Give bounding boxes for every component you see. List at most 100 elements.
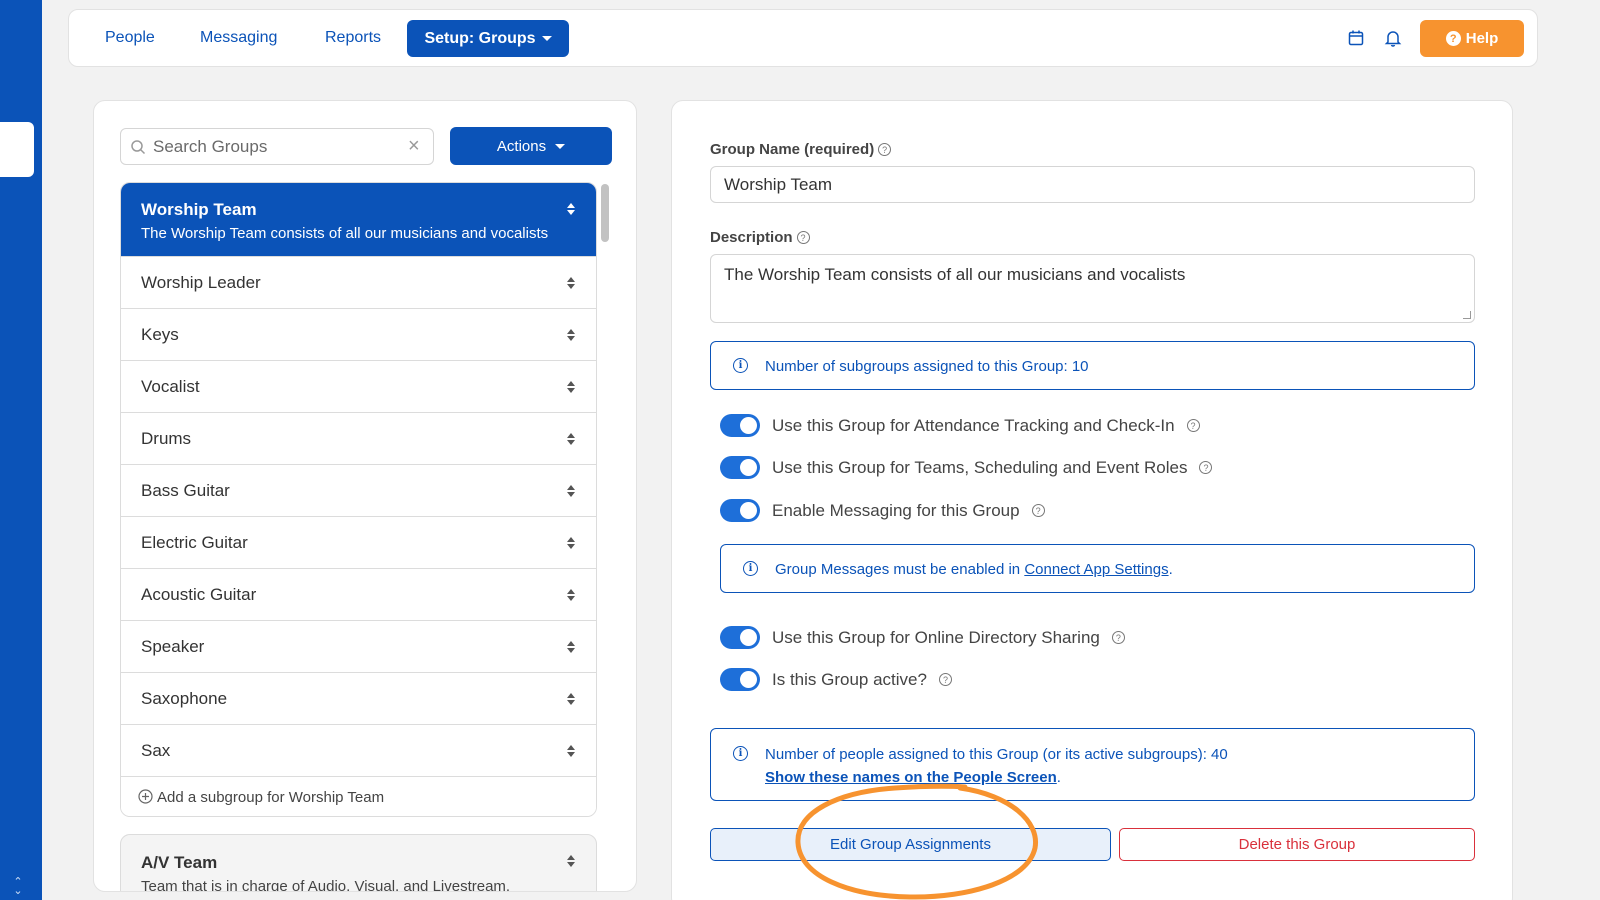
list-item[interactable]: Acoustic Guitar bbox=[121, 568, 596, 620]
close-icon[interactable]: × bbox=[408, 135, 420, 158]
toggle-label: Use this Group for Teams, Scheduling and… bbox=[772, 457, 1188, 477]
connect-app-settings-link[interactable]: Connect App Settings bbox=[1024, 561, 1168, 578]
toggle-label: Use this Group for Attendance Tracking a… bbox=[772, 415, 1175, 435]
list-item[interactable]: Speaker bbox=[121, 620, 596, 672]
actions-dropdown[interactable]: Actions bbox=[450, 127, 612, 165]
group-description: The Worship Team consists of all our mus… bbox=[141, 225, 549, 242]
question-icon[interactable]: ? bbox=[1111, 631, 1125, 644]
group-name: Worship Team bbox=[141, 200, 257, 219]
info-icon: i bbox=[733, 358, 748, 373]
groups-panel: × Actions Worship Team The Worship Team … bbox=[93, 100, 637, 892]
list-item[interactable]: Electric Guitar bbox=[121, 516, 596, 568]
toggle-label: Use this Group for Online Directory Shar… bbox=[772, 627, 1100, 647]
messages-info-prefix: Group Messages must be enabled in bbox=[775, 561, 1025, 578]
help-label: Help bbox=[1465, 30, 1499, 47]
list-item[interactable]: Bass Guitar bbox=[121, 464, 596, 516]
delete-group-button[interactable]: Delete this Group bbox=[1119, 828, 1475, 861]
description-value: The Worship Team consists of all our mus… bbox=[724, 265, 1186, 284]
nav-setup-label: Setup: Groups bbox=[424, 29, 536, 47]
list-item[interactable]: Keys bbox=[121, 308, 596, 360]
question-icon[interactable]: ? bbox=[796, 231, 810, 244]
messaging-toggle[interactable] bbox=[720, 499, 760, 522]
question-icon[interactable]: ? bbox=[1199, 461, 1213, 474]
show-names-people-screen-link[interactable]: Show these names on the People Screen bbox=[765, 769, 1057, 786]
toggle-row-directory: Use this Group for Online Directory Shar… bbox=[720, 626, 1125, 649]
group-active-toggle[interactable] bbox=[720, 668, 760, 691]
messages-info-suffix: . bbox=[1168, 561, 1173, 578]
subgroup-label: Saxophone bbox=[141, 689, 228, 708]
description-label-text: Description bbox=[710, 229, 793, 246]
search-groups-input[interactable] bbox=[153, 131, 403, 162]
list-item[interactable]: Saxophone bbox=[121, 672, 596, 724]
group-name-label-text: Group Name (required) bbox=[710, 141, 875, 158]
subgroup-label: Acoustic Guitar bbox=[141, 585, 257, 604]
subgroups-info-text: Number of subgroups assigned to this Gro… bbox=[765, 358, 1089, 375]
group-item-av-team[interactable]: A/V Team Team that is in charge of Audio… bbox=[120, 834, 597, 891]
description-label: Description ? bbox=[710, 229, 810, 246]
rail-tab[interactable] bbox=[0, 122, 34, 177]
left-rail: ⌃ ⌄ bbox=[0, 0, 42, 900]
subgroup-label: Bass Guitar bbox=[141, 481, 230, 500]
nav-people[interactable]: People bbox=[105, 29, 155, 47]
messages-info-text: Group Messages must be enabled in Connec… bbox=[775, 561, 1173, 578]
teams-scheduling-toggle[interactable] bbox=[720, 456, 760, 479]
info-icon: i bbox=[743, 561, 758, 576]
group-list: Worship Team The Worship Team consists o… bbox=[120, 182, 597, 817]
sort-handle-icon[interactable] bbox=[566, 744, 576, 758]
attendance-toggle[interactable] bbox=[720, 414, 760, 437]
chevron-down-icon bbox=[555, 143, 566, 149]
subgroup-label: Drums bbox=[141, 429, 192, 448]
nav-setup-groups-dropdown[interactable]: Setup: Groups bbox=[407, 20, 569, 57]
bell-icon[interactable] bbox=[1383, 28, 1403, 48]
subgroup-label: Speaker bbox=[141, 637, 205, 656]
nav-messaging[interactable]: Messaging bbox=[200, 29, 277, 47]
group-details-panel: Group Name (required) ? Worship Team Des… bbox=[671, 100, 1513, 900]
sort-handle-icon[interactable] bbox=[566, 854, 576, 868]
description-field[interactable]: The Worship Team consists of all our mus… bbox=[710, 254, 1475, 323]
question-icon[interactable]: ? bbox=[1031, 504, 1045, 517]
info-icon: i bbox=[733, 746, 748, 761]
toggle-row-teams: Use this Group for Teams, Scheduling and… bbox=[720, 456, 1213, 479]
question-icon[interactable]: ? bbox=[938, 673, 952, 686]
list-item[interactable]: Drums bbox=[121, 412, 596, 464]
sort-handle-icon[interactable] bbox=[566, 202, 576, 216]
edit-group-assignments-button[interactable]: Edit Group Assignments bbox=[710, 828, 1111, 861]
sort-handle-icon[interactable] bbox=[566, 692, 576, 706]
plus-circle-icon bbox=[138, 789, 153, 804]
sort-handle-icon[interactable] bbox=[566, 484, 576, 498]
people-link-suffix: . bbox=[1056, 769, 1061, 786]
list-item[interactable]: Worship Leader bbox=[121, 256, 596, 308]
list-scrollbar[interactable] bbox=[601, 184, 609, 242]
subgroup-label: Electric Guitar bbox=[141, 533, 248, 552]
add-subgroup-label: Add a subgroup for Worship Team bbox=[157, 789, 385, 806]
list-item[interactable]: Sax bbox=[121, 724, 596, 776]
sort-handle-icon[interactable] bbox=[566, 328, 576, 342]
sort-handle-icon[interactable] bbox=[566, 276, 576, 290]
nav-reports[interactable]: Reports bbox=[325, 29, 381, 47]
people-info-box: i Number of people assigned to this Grou… bbox=[710, 728, 1475, 801]
question-icon[interactable]: ? bbox=[1186, 419, 1200, 432]
help-button[interactable]: ? Help bbox=[1420, 20, 1524, 57]
resize-handle-icon[interactable] bbox=[1463, 311, 1471, 319]
directory-sharing-toggle[interactable] bbox=[720, 626, 760, 649]
expand-chevron-icon[interactable]: ⌃ ⌄ bbox=[10, 877, 26, 897]
toggle-label: Is this Group active? bbox=[772, 669, 927, 689]
group-name-field[interactable]: Worship Team bbox=[710, 166, 1475, 203]
toggle-row-attendance: Use this Group for Attendance Tracking a… bbox=[720, 414, 1200, 437]
toggle-row-active: Is this Group active? ? bbox=[720, 668, 952, 691]
subgroup-label: Keys bbox=[141, 325, 179, 344]
sort-handle-icon[interactable] bbox=[566, 432, 576, 446]
calendar-icon[interactable] bbox=[1346, 28, 1366, 48]
list-item[interactable]: Vocalist bbox=[121, 360, 596, 412]
sort-handle-icon[interactable] bbox=[566, 380, 576, 394]
question-icon[interactable]: ? bbox=[878, 143, 892, 156]
sort-handle-icon[interactable] bbox=[566, 536, 576, 550]
group-name-label: Group Name (required) ? bbox=[710, 141, 892, 158]
toggle-row-messaging: Enable Messaging for this Group ? bbox=[720, 499, 1045, 522]
sort-handle-icon[interactable] bbox=[566, 640, 576, 654]
add-subgroup-button[interactable]: Add a subgroup for Worship Team bbox=[121, 776, 596, 816]
sort-handle-icon[interactable] bbox=[566, 588, 576, 602]
subgroups-info-box: i Number of subgroups assigned to this G… bbox=[710, 341, 1475, 390]
group-name: A/V Team bbox=[141, 853, 218, 872]
group-item-worship-team[interactable]: Worship Team The Worship Team consists o… bbox=[121, 183, 596, 256]
